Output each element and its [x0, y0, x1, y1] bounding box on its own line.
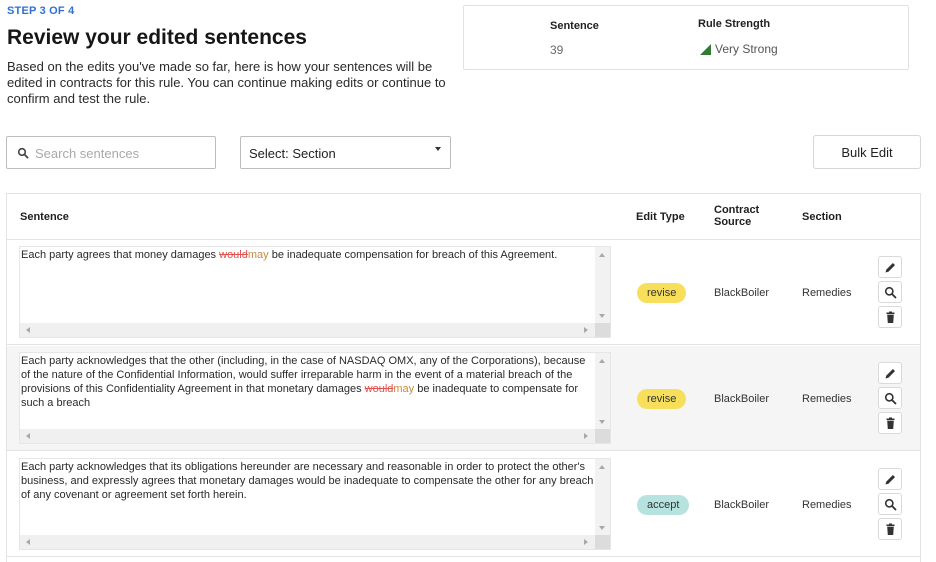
search-sentence-button[interactable]: [878, 387, 902, 409]
sentence-text: Each party acknowledges that its obligat…: [21, 461, 594, 501]
table-row: Each party acknowledges that its obligat…: [7, 452, 920, 557]
sentences-table: Sentence Edit Type Contract Source Secti…: [6, 193, 921, 562]
edit-button[interactable]: [878, 468, 902, 490]
edit-button[interactable]: [878, 256, 902, 278]
magnifier-icon: [884, 498, 897, 511]
vertical-scrollbar[interactable]: [595, 247, 610, 324]
row-actions: [878, 362, 902, 437]
magnifier-icon: [884, 392, 897, 405]
scroll-right-icon[interactable]: [584, 539, 588, 545]
step-indicator: STEP 3 OF 4: [7, 5, 75, 17]
rule-stats-panel: Sentence 39 Rule Strength Very Strong: [463, 5, 909, 70]
contract-source: BlackBoiler: [714, 287, 770, 299]
scroll-right-icon[interactable]: [584, 327, 588, 333]
row-actions: [878, 468, 902, 543]
edit-button[interactable]: [878, 362, 902, 384]
section-select[interactable]: Select: Section: [240, 136, 451, 169]
search-box[interactable]: [6, 136, 216, 169]
deleted-text: would: [219, 249, 248, 261]
rule-strength-value: Very Strong: [715, 42, 778, 56]
page-description: Based on the edits you've made so far, h…: [7, 59, 446, 106]
column-header-section: Section: [802, 211, 842, 223]
delete-button[interactable]: [878, 412, 902, 434]
search-input[interactable]: [35, 143, 209, 163]
sentence-text: Each party acknowledges that the other (…: [21, 355, 586, 409]
sentence-text: Each party agrees that money damages wou…: [21, 249, 558, 261]
search-sentence-button[interactable]: [878, 493, 902, 515]
pencil-icon: [885, 263, 895, 273]
rule-strength-value-wrap: Very Strong: [700, 42, 778, 56]
row-actions: [878, 256, 902, 331]
table-header: Sentence Edit Type Contract Source Secti…: [7, 194, 920, 240]
scrollbar-corner: [595, 323, 610, 337]
trash-icon: [886, 311, 895, 323]
scroll-up-icon[interactable]: [599, 465, 605, 469]
scrollbar-corner: [595, 429, 610, 443]
section-value: Remedies: [802, 393, 852, 405]
page-title: Review your edited sentences: [7, 26, 307, 49]
scroll-down-icon[interactable]: [599, 526, 605, 530]
section-value: Remedies: [802, 287, 852, 299]
contract-source: BlackBoiler: [714, 393, 770, 405]
horizontal-scrollbar[interactable]: [20, 323, 596, 337]
pencil-icon: [885, 369, 895, 379]
trash-icon: [886, 523, 895, 535]
scroll-down-icon[interactable]: [599, 314, 605, 318]
bulk-edit-button[interactable]: Bulk Edit: [813, 135, 921, 169]
section-select-value: Select: Section: [249, 146, 336, 161]
scroll-left-icon[interactable]: [26, 539, 30, 545]
sentence-textbox[interactable]: Each party acknowledges that the other (…: [19, 352, 611, 444]
chevron-down-icon: [435, 147, 441, 151]
search-sentence-button[interactable]: [878, 281, 902, 303]
vertical-scrollbar[interactable]: [595, 459, 610, 536]
signal-strength-icon: [700, 43, 711, 55]
delete-button[interactable]: [878, 306, 902, 328]
magnifier-icon: [884, 286, 897, 299]
search-icon: [17, 147, 29, 159]
contract-source: BlackBoiler: [714, 499, 770, 511]
edit-type-badge: accept: [637, 495, 690, 515]
scroll-down-icon[interactable]: [599, 420, 605, 424]
horizontal-scrollbar[interactable]: [20, 429, 596, 443]
column-header-contract-source: Contract Source: [714, 204, 760, 228]
pencil-icon: [885, 475, 895, 485]
column-header-edit-type: Edit Type: [636, 211, 685, 223]
inserted-text: may: [247, 249, 269, 261]
inserted-text: may: [393, 383, 415, 395]
trash-icon: [886, 417, 895, 429]
delete-button[interactable]: [878, 518, 902, 540]
scroll-left-icon[interactable]: [26, 327, 30, 333]
table-row: Each party agrees that money damages wou…: [7, 240, 920, 345]
scroll-right-icon[interactable]: [584, 433, 588, 439]
section-value: Remedies: [802, 499, 852, 511]
vertical-scrollbar[interactable]: [595, 353, 610, 430]
sentence-textbox[interactable]: Each party acknowledges that its obligat…: [19, 458, 611, 550]
edit-type-badge: revise: [637, 283, 687, 303]
sentence-count-label: Sentence: [550, 20, 599, 32]
sentence-textbox[interactable]: Each party agrees that money damages wou…: [19, 246, 611, 338]
scroll-left-icon[interactable]: [26, 433, 30, 439]
horizontal-scrollbar[interactable]: [20, 535, 596, 549]
sentence-count-value: 39: [550, 43, 564, 57]
scroll-up-icon[interactable]: [599, 359, 605, 363]
rule-strength-label: Rule Strength: [698, 18, 771, 30]
scrollbar-corner: [595, 535, 610, 549]
deleted-text: would: [364, 383, 394, 395]
table-row: Each party acknowledges that the other (…: [7, 346, 920, 451]
column-header-sentence: Sentence: [20, 211, 69, 223]
scroll-up-icon[interactable]: [599, 253, 605, 257]
edit-type-badge: revise: [637, 389, 687, 409]
